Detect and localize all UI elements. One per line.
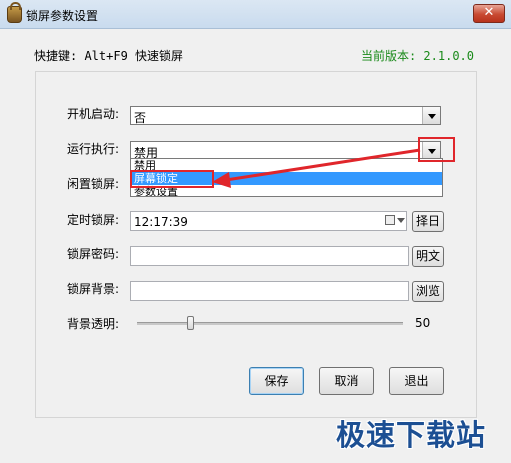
watermark-logo: 极速下载站 [336,418,487,452]
annotation-arrow-icon [212,148,421,188]
